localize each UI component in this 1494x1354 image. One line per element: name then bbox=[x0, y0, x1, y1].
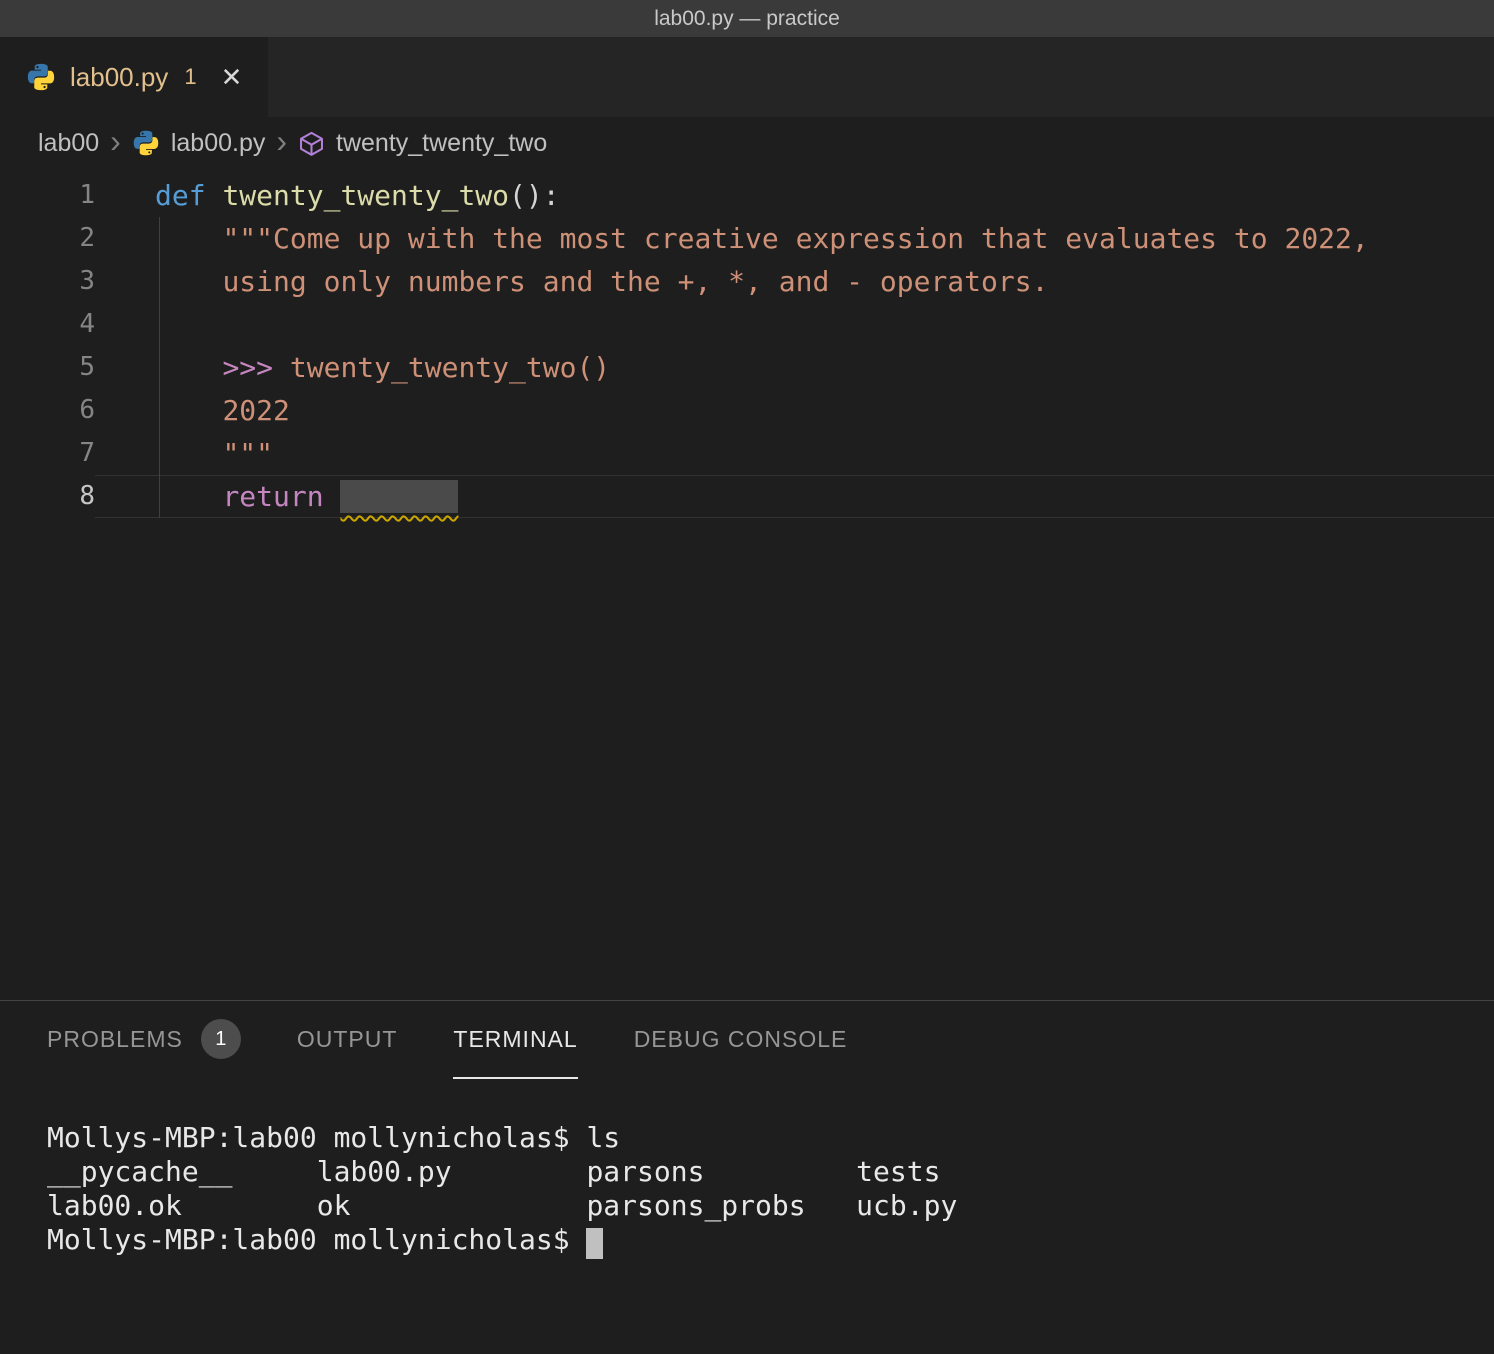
panel-tab-output[interactable]: OUTPUT bbox=[297, 1001, 398, 1079]
code-segment: return bbox=[222, 480, 323, 513]
code-line[interactable]: 3 using only numbers and the +, *, and -… bbox=[0, 260, 1494, 303]
code-text: >>> twenty_twenty_two() bbox=[95, 346, 1494, 389]
bottom-panel: PROBLEMS 1 OUTPUT TERMINAL DEBUG CONSOLE Mol… bbox=[0, 1000, 1494, 1354]
code-segment bbox=[155, 437, 222, 470]
breadcrumb-file[interactable]: lab00.py bbox=[171, 129, 266, 158]
code-segment bbox=[206, 179, 223, 212]
terminal-line: Mollys-MBP:lab00 mollynicholas$ ls bbox=[47, 1121, 1494, 1155]
terminal-cursor bbox=[586, 1228, 603, 1259]
code-segment: """ bbox=[222, 437, 273, 470]
code-segment bbox=[155, 394, 222, 427]
code-segment: (): bbox=[509, 179, 560, 212]
terminal-text: __pycache__ lab00.py parsons tests bbox=[47, 1155, 940, 1188]
editor-lines: 1def twenty_twenty_two():2 """Come up wi… bbox=[0, 174, 1494, 518]
python-icon bbox=[26, 62, 56, 92]
warning-squiggle-box bbox=[340, 480, 458, 513]
panel-tab-terminal[interactable]: TERMINAL bbox=[453, 1001, 577, 1079]
terminal-text: Mollys-MBP:lab00 mollynicholas$ bbox=[47, 1223, 586, 1256]
code-segment: """Come up with the most creative expres… bbox=[222, 222, 1368, 255]
code-line[interactable]: 8 return bbox=[0, 475, 1494, 518]
panel-tab-bar: PROBLEMS 1 OUTPUT TERMINAL DEBUG CONSOLE bbox=[0, 1001, 1494, 1079]
code-segment bbox=[155, 222, 222, 255]
window-title: lab00.py — practice bbox=[654, 7, 840, 31]
code-segment: twenty_twenty_two() bbox=[290, 351, 610, 384]
code-segment bbox=[324, 480, 341, 513]
code-text: using only numbers and the +, *, and - o… bbox=[95, 260, 1494, 303]
line-number[interactable]: 1 bbox=[0, 174, 95, 217]
code-line[interactable]: 6 2022 bbox=[0, 389, 1494, 432]
symbol-namespace-icon bbox=[298, 130, 325, 157]
code-line[interactable]: 5 >>> twenty_twenty_two() bbox=[0, 346, 1494, 389]
line-number[interactable]: 3 bbox=[0, 260, 95, 303]
code-segment: 2022 bbox=[222, 394, 289, 427]
close-icon[interactable]: ✕ bbox=[221, 64, 243, 90]
panel-tab-label: PROBLEMS bbox=[47, 1026, 183, 1053]
code-text: def twenty_twenty_two(): bbox=[95, 174, 1494, 217]
code-text bbox=[95, 303, 1494, 346]
tab-filename: lab00.py bbox=[70, 62, 168, 93]
tab-lab00-py[interactable]: lab00.py 1 ✕ bbox=[0, 37, 268, 117]
window-titlebar: lab00.py — practice bbox=[0, 0, 1494, 37]
code-editor[interactable]: 1def twenty_twenty_two():2 """Come up wi… bbox=[0, 169, 1494, 1000]
terminal-line: lab00.ok ok parsons_probs ucb.py bbox=[47, 1189, 1494, 1223]
breadcrumb: lab00 › lab00.py › twenty_twenty_two bbox=[0, 117, 1494, 169]
code-line[interactable]: 4 bbox=[0, 303, 1494, 346]
line-number[interactable]: 6 bbox=[0, 389, 95, 432]
code-segment: using only numbers and the +, *, and - o… bbox=[222, 265, 1048, 298]
terminal-output[interactable]: Mollys-MBP:lab00 mollynicholas$ ls__pyca… bbox=[0, 1079, 1494, 1257]
code-text: 2022 bbox=[95, 389, 1494, 432]
code-line[interactable]: 7 """ bbox=[0, 432, 1494, 475]
panel-tab-label: DEBUG CONSOLE bbox=[634, 1026, 848, 1053]
terminal-line: __pycache__ lab00.py parsons tests bbox=[47, 1155, 1494, 1189]
code-segment bbox=[155, 351, 222, 384]
code-segment: def bbox=[155, 179, 206, 212]
problems-count-badge: 1 bbox=[201, 1019, 241, 1059]
code-line[interactable]: 1def twenty_twenty_two(): bbox=[0, 174, 1494, 217]
chevron-right-icon: › bbox=[110, 125, 121, 157]
chevron-right-icon: › bbox=[276, 125, 287, 157]
panel-tab-debug-console[interactable]: DEBUG CONSOLE bbox=[634, 1001, 848, 1079]
terminal-text: Mollys-MBP:lab00 mollynicholas$ ls bbox=[47, 1121, 620, 1154]
line-number[interactable]: 4 bbox=[0, 303, 95, 346]
code-segment: >>> bbox=[222, 351, 289, 384]
code-segment: twenty_twenty_two bbox=[222, 179, 509, 212]
code-segment bbox=[155, 265, 222, 298]
code-text: """Come up with the most creative expres… bbox=[95, 217, 1494, 260]
code-line[interactable]: 2 """Come up with the most creative expr… bbox=[0, 217, 1494, 260]
line-number[interactable]: 7 bbox=[0, 432, 95, 475]
breadcrumb-symbol[interactable]: twenty_twenty_two bbox=[336, 129, 547, 158]
indent-guide bbox=[159, 217, 160, 518]
tab-bar: lab00.py 1 ✕ bbox=[0, 37, 1494, 117]
terminal-text: lab00.ok ok parsons_probs ucb.py bbox=[47, 1189, 957, 1222]
breadcrumb-folder[interactable]: lab00 bbox=[38, 129, 99, 158]
line-number[interactable]: 5 bbox=[0, 346, 95, 389]
code-segment bbox=[155, 480, 222, 513]
panel-tab-label: OUTPUT bbox=[297, 1026, 398, 1053]
terminal-line: Mollys-MBP:lab00 mollynicholas$ bbox=[47, 1223, 1494, 1257]
line-number[interactable]: 8 bbox=[0, 475, 95, 518]
python-icon bbox=[132, 129, 160, 157]
tab-problem-count: 1 bbox=[184, 64, 196, 90]
line-number[interactable]: 2 bbox=[0, 217, 95, 260]
code-text: return bbox=[95, 475, 1494, 518]
panel-tab-problems[interactable]: PROBLEMS 1 bbox=[47, 1001, 241, 1079]
code-text: """ bbox=[95, 432, 1494, 475]
panel-tab-label: TERMINAL bbox=[453, 1026, 577, 1053]
